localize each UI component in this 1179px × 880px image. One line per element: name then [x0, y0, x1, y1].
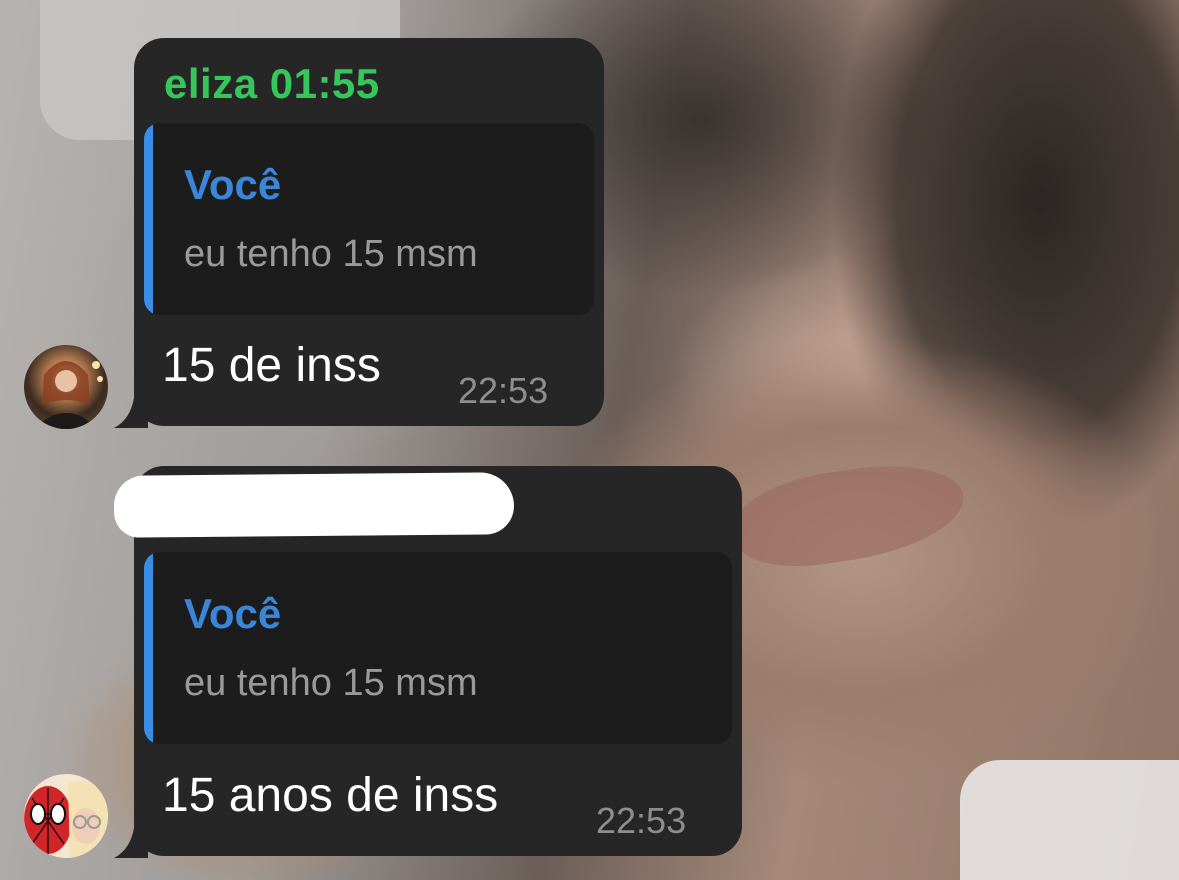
wallpaper-shirt	[960, 760, 1179, 880]
quote-bar	[144, 123, 153, 315]
spiderman-avatar-icon	[24, 774, 108, 858]
quote-bar	[144, 552, 153, 744]
quote-text: eu tenho 15 msm	[184, 662, 478, 704]
message-bubble[interactable]: Você eu tenho 15 msm 15 anos de inss 22:…	[113, 466, 742, 856]
quote-author: Você	[184, 161, 282, 208]
sender-name[interactable]: eliza 01:55	[164, 60, 380, 108]
message-time: 22:53	[458, 370, 549, 411]
message-text: 15 de inss	[162, 339, 381, 392]
message-bubble[interactable]: eliza 01:55 Você eu tenho 15 msm 15 de i…	[134, 38, 604, 426]
chat-screen: eliza 01:55 Você eu tenho 15 msm 15 de i…	[0, 0, 1179, 880]
redacted-sender-name	[113, 472, 515, 538]
quote-author: Você	[184, 590, 282, 637]
user-avatar-icon	[34, 361, 103, 429]
message-time: 22:53	[596, 800, 687, 841]
sender-avatar[interactable]	[24, 345, 108, 429]
sender-avatar[interactable]	[24, 774, 108, 858]
message-text: 15 anos de inss	[162, 769, 499, 822]
reply-quote[interactable]: Você eu tenho 15 msm	[144, 552, 732, 744]
quote-text: eu tenho 15 msm	[184, 233, 478, 275]
reply-quote[interactable]: Você eu tenho 15 msm	[144, 123, 594, 315]
